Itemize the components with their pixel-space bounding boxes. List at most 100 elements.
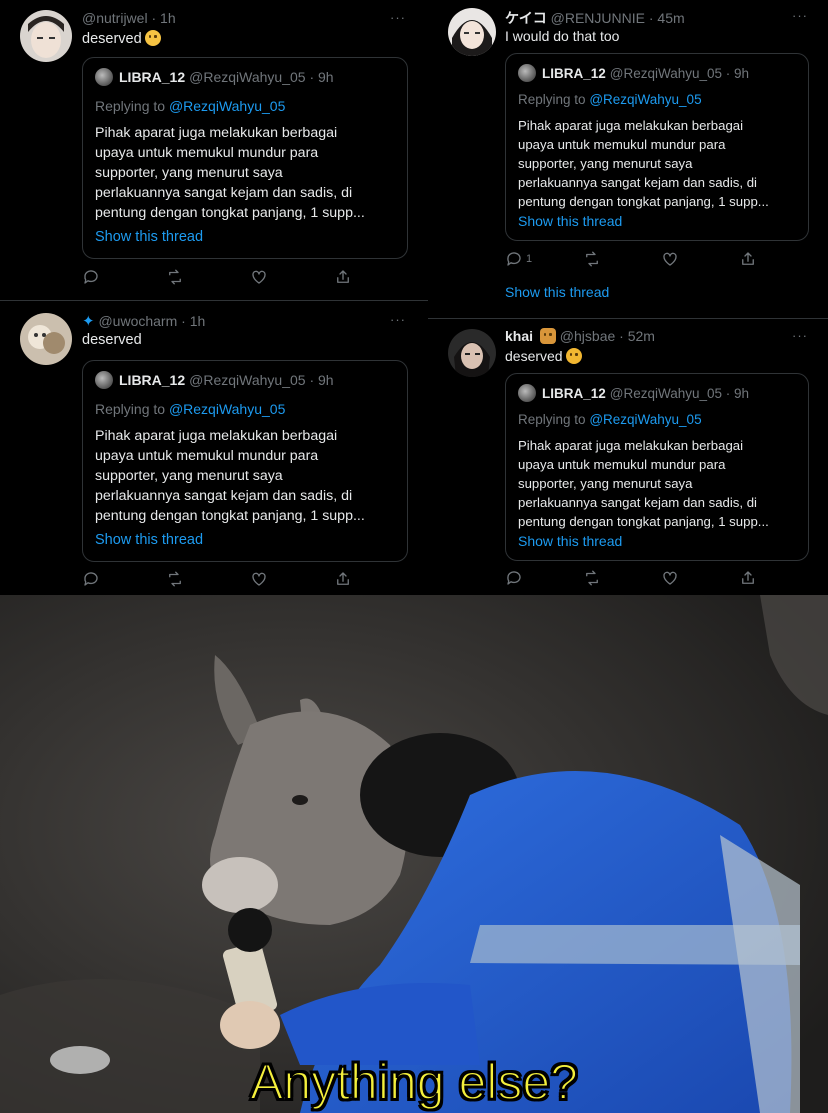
user-handle[interactable]: @uwocharm bbox=[98, 313, 177, 329]
show-this-thread-link[interactable]: Show this thread bbox=[505, 284, 609, 300]
timestamp[interactable]: 1h bbox=[160, 10, 176, 26]
replying-to: Replying to @RezqiWahyu_05 bbox=[518, 92, 702, 107]
quoted-body-line: upaya untuk memukul mundur para bbox=[518, 137, 726, 152]
tweet-uwocharm[interactable]: ✦ @uwocharm · 1h ··· deserved LIBRA_12 @R… bbox=[0, 300, 428, 595]
donkey-reporter-illustration bbox=[0, 595, 828, 1113]
show-this-thread-link[interactable]: Show this thread bbox=[518, 213, 622, 229]
avatar[interactable] bbox=[448, 329, 496, 377]
more-options-icon[interactable]: ··· bbox=[792, 328, 808, 343]
meme-image: Anything else? bbox=[0, 595, 828, 1113]
quoted-body-line: supporter, yang menurut saya bbox=[95, 468, 283, 484]
quoted-tweet-header: LIBRA_12 @RezqiWahyu_05 · 9h bbox=[518, 384, 749, 402]
quoted-handle: @RezqiWahyu_05 bbox=[189, 69, 306, 85]
replying-prefix: Replying to bbox=[95, 98, 166, 114]
replying-handle[interactable]: @RezqiWahyu_05 bbox=[169, 98, 285, 114]
quoted-tweet[interactable]: LIBRA_12 @RezqiWahyu_05 · 9h Replying to … bbox=[82, 360, 408, 562]
quoted-body-line: Pihak aparat juga melakukan berbagai bbox=[518, 118, 744, 133]
quoted-tweet-header: LIBRA_12 @RezqiWahyu_05 · 9h bbox=[95, 371, 334, 389]
timestamp[interactable]: 52m bbox=[628, 328, 655, 344]
quoted-body-line: upaya untuk memukul mundur para bbox=[95, 448, 319, 464]
quoted-body-line: upaya untuk memukul mundur para bbox=[95, 145, 319, 161]
quoted-avatar bbox=[518, 64, 536, 82]
tweet-text: deserved bbox=[505, 348, 582, 364]
tweet-text: deserved bbox=[82, 30, 161, 47]
reply-icon[interactable] bbox=[82, 569, 104, 589]
quoted-body: Pihak aparat juga melakukan berbagai upa… bbox=[518, 116, 798, 211]
like-icon[interactable] bbox=[250, 569, 272, 589]
quoted-display-name: LIBRA_12 bbox=[119, 69, 186, 85]
replying-prefix: Replying to bbox=[518, 92, 586, 107]
user-handle[interactable]: @hjsbae bbox=[560, 328, 615, 344]
quoted-tweet[interactable]: LIBRA_12 @RezqiWahyu_05 · 9h Replying to … bbox=[505, 53, 809, 241]
reply-icon[interactable] bbox=[82, 267, 104, 287]
reply-count: 1 bbox=[526, 253, 533, 265]
retweet-icon[interactable] bbox=[583, 249, 605, 269]
avatar[interactable] bbox=[448, 8, 496, 56]
display-name[interactable]: khai bbox=[505, 328, 533, 344]
tweet-renjunnie[interactable]: ケイコ @RENJUNNIE · 45m ··· I would do that… bbox=[428, 0, 828, 318]
retweet-icon[interactable] bbox=[166, 569, 188, 589]
quoted-timestamp: 9h bbox=[318, 69, 334, 85]
timestamp[interactable]: 45m bbox=[657, 10, 684, 26]
meme-caption: Anything else? bbox=[249, 1053, 579, 1111]
tweet-actions: 1 bbox=[505, 249, 765, 269]
tweet-actions bbox=[82, 569, 352, 589]
quoted-handle: @RezqiWahyu_05 bbox=[609, 386, 723, 401]
quoted-body-line: pentung dengan tongkat panjang, 1 supp..… bbox=[95, 508, 365, 524]
quoted-avatar bbox=[95, 68, 113, 86]
tweet-hjsbae[interactable]: khai @hjsbae · 52m ··· deserved LIBRA_12… bbox=[428, 318, 828, 595]
replying-to: Replying to @RezqiWahyu_05 bbox=[95, 401, 285, 417]
more-options-icon[interactable]: ··· bbox=[390, 312, 406, 327]
share-icon[interactable] bbox=[739, 249, 761, 269]
show-this-thread-link[interactable]: Show this thread bbox=[95, 532, 203, 548]
tweet-text: deserved bbox=[82, 332, 142, 348]
quoted-timestamp: 9h bbox=[734, 66, 750, 81]
tweet-text-content: deserved bbox=[505, 348, 563, 364]
user-handle[interactable]: @RENJUNNIE bbox=[551, 10, 645, 26]
share-icon[interactable] bbox=[334, 267, 356, 287]
quoted-avatar bbox=[95, 371, 113, 389]
share-icon[interactable] bbox=[739, 568, 761, 588]
show-this-thread-link[interactable]: Show this thread bbox=[95, 229, 203, 245]
like-icon[interactable] bbox=[661, 568, 683, 588]
quoted-body-line: perlakuannya sangat kejam dan sadis, di bbox=[95, 488, 353, 504]
timestamp[interactable]: 1h bbox=[190, 313, 206, 329]
quoted-body: Pihak aparat juga melakukan berbagai upa… bbox=[518, 436, 798, 531]
like-icon[interactable] bbox=[661, 249, 683, 269]
quoted-display-name: LIBRA_12 bbox=[119, 372, 186, 388]
quoted-handle: @RezqiWahyu_05 bbox=[189, 372, 306, 388]
avatar[interactable] bbox=[20, 10, 72, 62]
replying-handle[interactable]: @RezqiWahyu_05 bbox=[589, 92, 701, 107]
replying-handle[interactable]: @RezqiWahyu_05 bbox=[589, 412, 701, 427]
more-options-icon[interactable]: ··· bbox=[792, 8, 808, 23]
quoted-tweet-header: LIBRA_12 @RezqiWahyu_05 · 9h bbox=[95, 68, 334, 86]
share-icon[interactable] bbox=[334, 569, 356, 589]
tweet-nutrijwel[interactable]: @nutrijwel · 1h ··· deserved LIBRA_12 @Re… bbox=[0, 0, 428, 300]
quoted-body-line: Pihak aparat juga melakukan berbagai bbox=[518, 438, 744, 453]
user-handle[interactable]: @nutrijwel bbox=[82, 10, 148, 26]
tweet-actions bbox=[82, 267, 352, 287]
show-this-thread-link[interactable]: Show this thread bbox=[518, 533, 622, 549]
like-icon[interactable] bbox=[250, 267, 272, 287]
reply-icon[interactable]: 1 bbox=[505, 249, 541, 269]
tweet-text-content: deserved bbox=[82, 31, 142, 47]
retweet-icon[interactable] bbox=[166, 267, 188, 287]
reply-icon[interactable] bbox=[505, 568, 527, 588]
quoted-body-line: supporter, yang menurut saya bbox=[95, 165, 283, 181]
blue-butterfly-emoji: ✦ bbox=[82, 313, 95, 330]
quoted-body-line: Pihak aparat juga melakukan berbagai bbox=[95, 125, 338, 141]
quoted-body: Pihak aparat juga melakukan berbagai upa… bbox=[95, 426, 397, 526]
quoted-body-line: pentung dengan tongkat panjang, 1 supp..… bbox=[95, 205, 365, 221]
replying-handle[interactable]: @RezqiWahyu_05 bbox=[169, 401, 285, 417]
teddy-bear-emoji bbox=[539, 328, 556, 344]
more-options-icon[interactable]: ··· bbox=[390, 10, 406, 25]
display-name[interactable]: ケイコ bbox=[505, 10, 547, 26]
avatar[interactable] bbox=[20, 313, 72, 365]
quoted-body-line: supporter, yang menurut saya bbox=[518, 156, 693, 171]
quoted-body-line: upaya untuk memukul mundur para bbox=[518, 457, 726, 472]
retweet-icon[interactable] bbox=[583, 568, 605, 588]
replying-prefix: Replying to bbox=[95, 401, 166, 417]
quoted-tweet[interactable]: LIBRA_12 @RezqiWahyu_05 · 9h Replying to … bbox=[505, 373, 809, 561]
quoted-tweet[interactable]: LIBRA_12 @RezqiWahyu_05 · 9h Replying to … bbox=[82, 57, 408, 259]
quoted-display-name: LIBRA_12 bbox=[542, 386, 606, 401]
